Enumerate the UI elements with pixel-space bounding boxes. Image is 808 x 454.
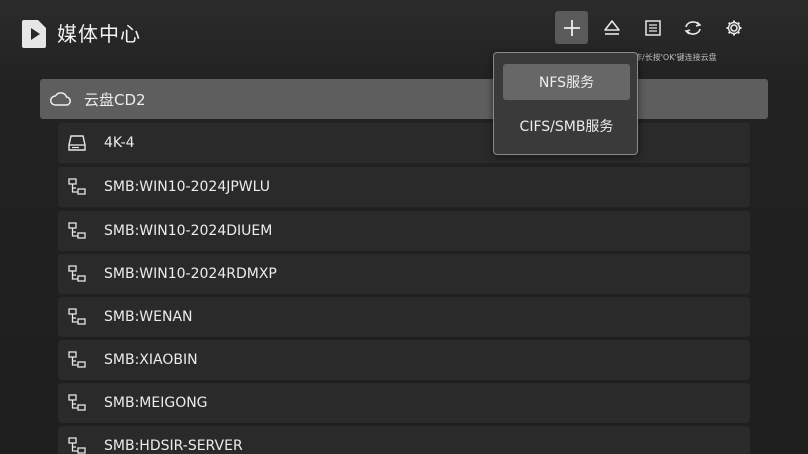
network-icon	[66, 220, 88, 242]
list-item-label: SMB:WIN10-2024DIUEM	[104, 223, 273, 239]
cloud-icon	[49, 88, 71, 110]
network-icon	[66, 349, 88, 371]
media-app-icon	[21, 19, 47, 49]
list-item-label: 4K-4	[104, 135, 135, 151]
network-icon	[66, 435, 88, 454]
list-item-label: SMB:WENAN	[104, 309, 193, 325]
drive-icon	[66, 132, 88, 154]
refresh-icon	[683, 19, 703, 37]
list-item-label: SMB:HDSIR-SERVER	[104, 438, 243, 454]
gear-icon	[725, 19, 743, 37]
list-item-smb[interactable]: SMB:MEIGONG	[58, 383, 750, 423]
refresh-button[interactable]	[676, 11, 709, 44]
list-item-label: SMB:WIN10-2024JPWLU	[104, 179, 270, 195]
plus-icon	[563, 19, 581, 37]
list-item-label: SMB:WIN10-2024RDMXP	[104, 266, 277, 282]
list-item-smb[interactable]: SMB:WIN10-2024DIUEM	[58, 211, 750, 251]
network-icon	[66, 263, 88, 285]
list-item-label: SMB:XIAOBIN	[104, 352, 198, 368]
list-item-smb[interactable]: SMB:WIN10-2024JPWLU	[58, 167, 750, 207]
list-item-smb[interactable]: SMB:HDSIR-SERVER	[58, 426, 750, 454]
page-title: 媒体中心	[57, 22, 141, 46]
settings-button[interactable]	[717, 11, 750, 44]
network-icon	[66, 306, 88, 328]
list-icon	[644, 19, 662, 37]
eject-button[interactable]	[595, 11, 628, 44]
menu-item-nfs[interactable]: NFS服务	[503, 64, 630, 100]
media-center-app: 媒体中心 切换操作/长按'OK'键连接云盘 云盘CD2 4K-4 SMB:WIN…	[0, 0, 808, 454]
header: 媒体中心 切换操作/长按'OK'键连接云盘	[0, 0, 808, 66]
add-button[interactable]	[555, 11, 588, 44]
list-item-label: 云盘CD2	[84, 90, 146, 109]
list-item-cloud-cd2[interactable]: 云盘CD2	[40, 79, 768, 119]
menu-item-cifs-smb[interactable]: CIFS/SMB服务	[503, 108, 630, 144]
list-item-label: SMB:MEIGONG	[104, 395, 208, 411]
network-icon	[66, 176, 88, 198]
network-icon	[66, 392, 88, 414]
list-item-smb[interactable]: SMB:WENAN	[58, 297, 750, 337]
list-item-smb[interactable]: SMB:XIAOBIN	[58, 340, 750, 380]
list-item-smb[interactable]: SMB:WIN10-2024RDMXP	[58, 254, 750, 294]
list-button[interactable]	[636, 11, 669, 44]
add-server-menu: NFS服务 CIFS/SMB服务	[493, 52, 638, 155]
list-item-drive[interactable]: 4K-4	[58, 123, 750, 163]
eject-icon	[603, 19, 621, 37]
